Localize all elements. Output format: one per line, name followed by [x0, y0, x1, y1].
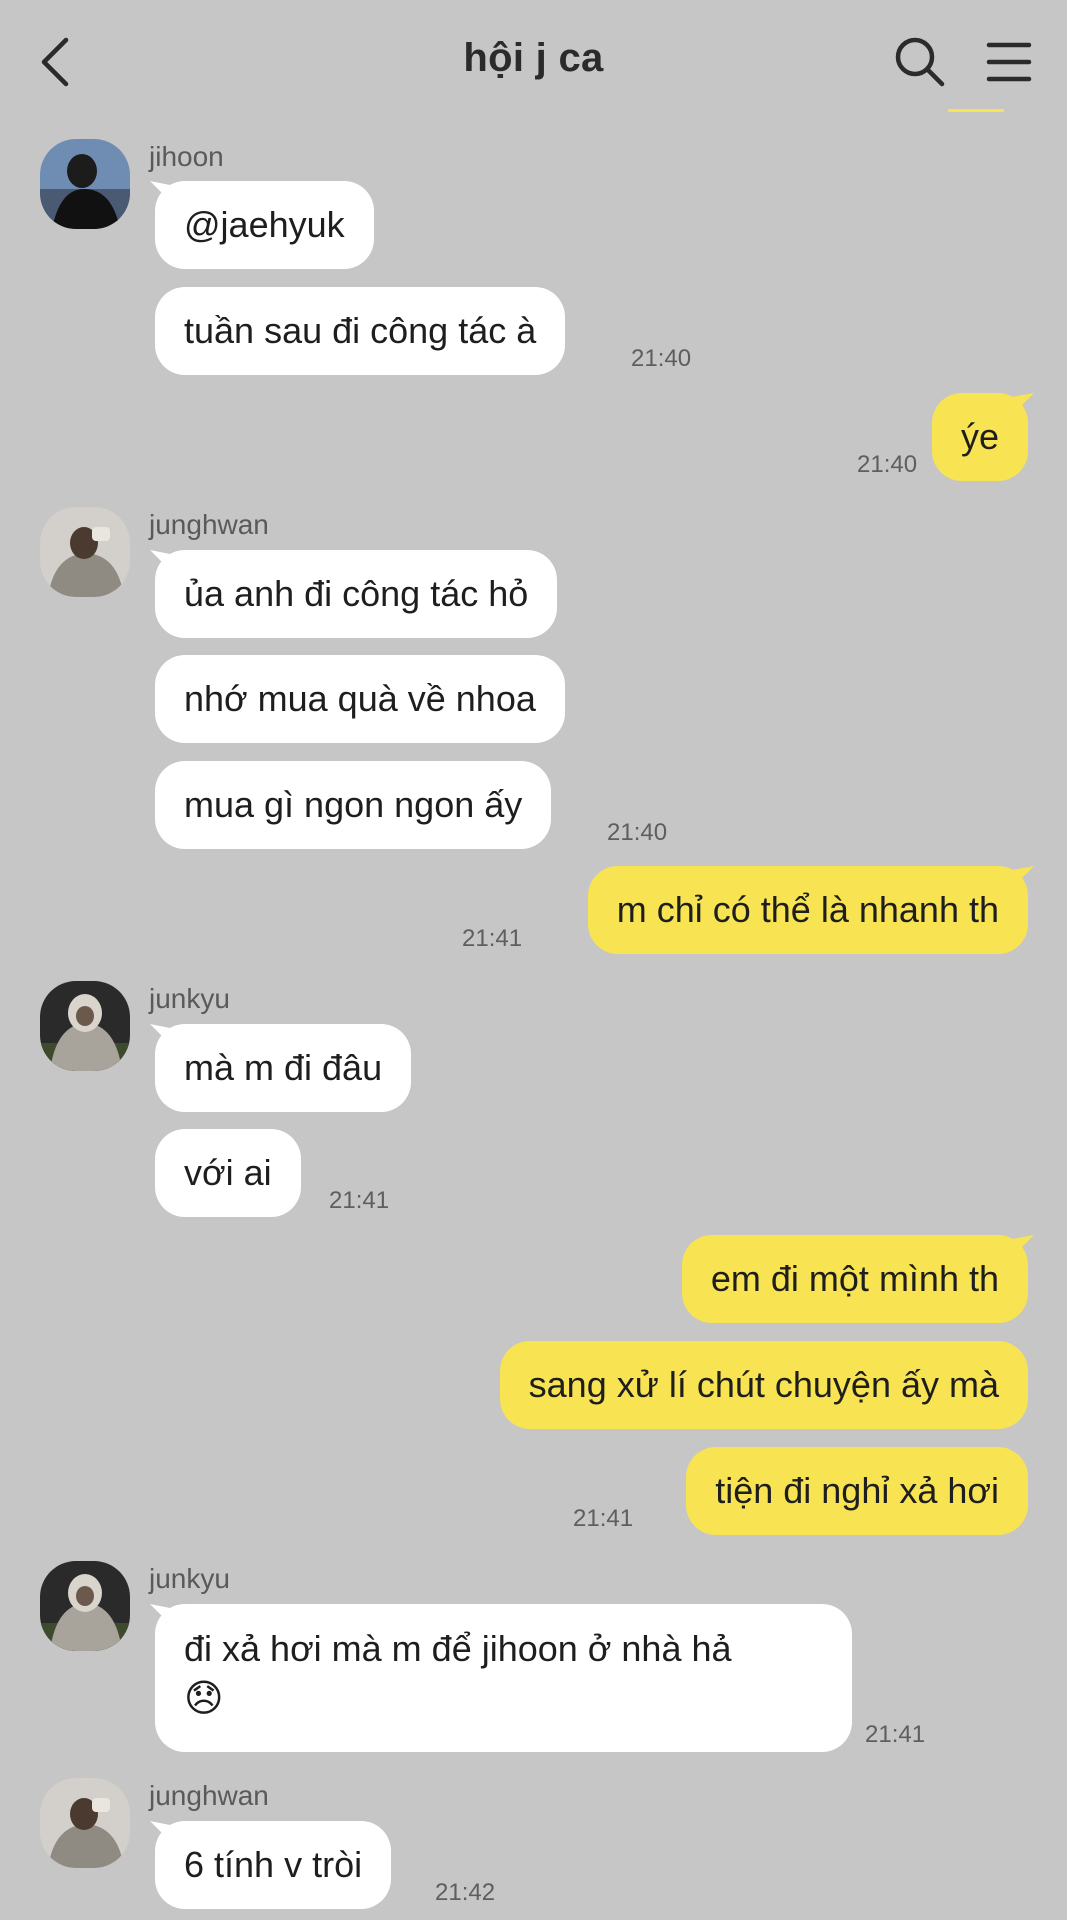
message-list[interactable]: jihoon @jaehyuk tuần sau đi công tác à 2…: [0, 0, 1067, 1920]
message-time: 21:41: [865, 1721, 926, 1748]
avatar-jihoon[interactable]: [40, 139, 130, 229]
sender-name: junkyu: [149, 983, 230, 1014]
message-bubble[interactable]: em đi một mình th: [681, 1235, 1028, 1323]
message-time: 21:42: [435, 1879, 496, 1906]
message-bubble[interactable]: mua gì ngon ngon ấy: [155, 761, 552, 849]
avatar-junghwan[interactable]: [40, 507, 130, 597]
message-bubble[interactable]: @jaehyuk: [155, 181, 374, 269]
message-bubble[interactable]: tiện đi nghỉ xả hơi: [686, 1447, 1028, 1535]
message-bubble[interactable]: sang xử lí chút chuyện ấy mà: [499, 1341, 1028, 1429]
message-bubble[interactable]: đi xả hơi mà m để jihoon ở nhà hả 😞: [155, 1604, 852, 1752]
message-bubble[interactable]: mà m đi đâu: [155, 1024, 412, 1112]
message-bubble[interactable]: nhớ mua quà về nhoa: [155, 655, 565, 743]
sender-name: jihoon: [149, 141, 224, 172]
message-time: 21:40: [631, 345, 692, 372]
sender-name: junkyu: [149, 1563, 230, 1594]
disappointed-face-emoji: 😞: [184, 1678, 224, 1720]
message-time: 21:41: [573, 1505, 634, 1532]
message-time: 21:41: [462, 925, 523, 952]
message-time: 21:40: [857, 451, 918, 478]
message-bubble[interactable]: tuần sau đi công tác à: [155, 287, 566, 375]
message-bubble[interactable]: m chỉ có thể là nhanh th: [587, 866, 1028, 954]
message-text: đi xả hơi mà m để jihoon ở nhà hả: [184, 1628, 732, 1669]
message-bubble[interactable]: với ai: [155, 1129, 301, 1217]
avatar-junkyu[interactable]: [40, 1561, 130, 1651]
avatar-junkyu[interactable]: [40, 981, 130, 1071]
sender-name: junghwan: [149, 509, 269, 540]
message-time: 21:40: [607, 819, 668, 846]
message-bubble[interactable]: ủa anh đi công tác hỏ: [155, 550, 558, 638]
message-bubble[interactable]: ýe: [931, 393, 1028, 481]
message-time: 21:41: [329, 1187, 390, 1214]
avatar-junghwan[interactable]: [40, 1778, 130, 1868]
sender-name: junghwan: [149, 1780, 269, 1811]
message-bubble[interactable]: 6 tính v tròi: [155, 1821, 392, 1909]
